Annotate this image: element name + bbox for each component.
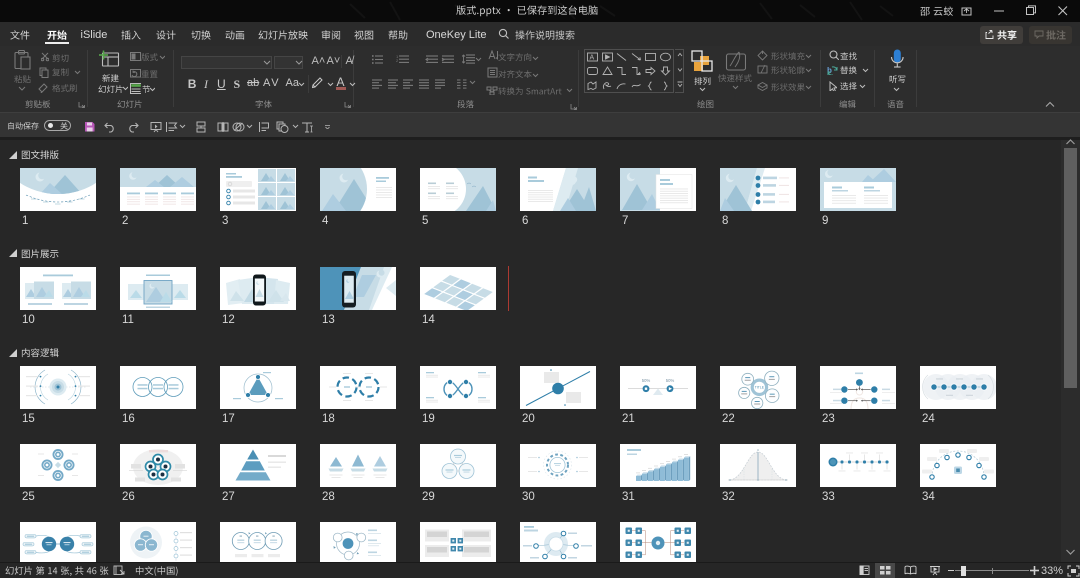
svg-text:2: 2 [396,58,399,63]
svg-text:A: A [590,54,595,61]
svg-text:50%: 50% [666,378,675,383]
svg-text:TITLE: TITLE [755,386,765,390]
svg-text:50%: 50% [642,378,651,383]
